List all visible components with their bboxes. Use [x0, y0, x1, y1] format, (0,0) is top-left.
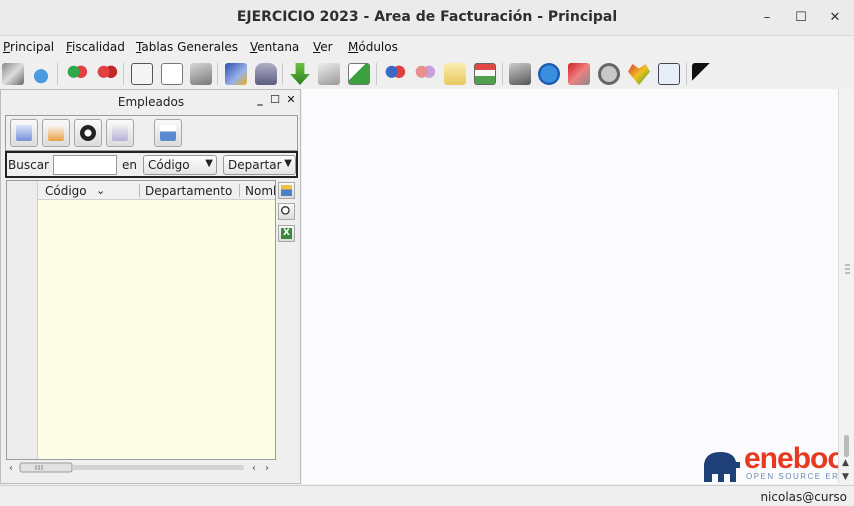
print-icon[interactable] — [190, 63, 212, 85]
empleados-panel: Empleados _ ☐ ✕ Buscar en Código ▼ Depart… — [0, 89, 301, 484]
menu-tablas-generales[interactable]: Tablas Generales — [136, 40, 238, 54]
down-arrow-icon[interactable] — [290, 63, 310, 85]
print-record-button[interactable] — [154, 119, 182, 147]
scroll-left-icon: ‹ — [252, 463, 256, 474]
chart-icon[interactable] — [225, 63, 247, 85]
panel-header: Empleados _ ☐ ✕ — [1, 90, 300, 112]
logo-subtext: OPEN SOURCE ERP — [746, 472, 838, 481]
lock-icon[interactable] — [255, 63, 277, 85]
column-config-button[interactable] — [278, 182, 295, 199]
column-header-departamento[interactable]: Departamento — [145, 184, 232, 198]
group-pink-icon[interactable] — [414, 63, 436, 85]
group-red-icon[interactable] — [96, 63, 118, 85]
column-separator — [139, 184, 140, 197]
clipboard-icon — [112, 125, 128, 141]
magnifier-icon — [281, 206, 292, 217]
stairs-icon[interactable] — [348, 63, 370, 85]
close-button[interactable]: ✕ — [824, 8, 846, 28]
delete-record-button[interactable] — [74, 119, 102, 147]
group-green-icon[interactable] — [66, 63, 88, 85]
chevron-down-icon: ▼ — [205, 158, 213, 169]
search-row: Buscar en Código ▼ Departar ▼ — [5, 151, 298, 178]
maximize-button[interactable]: ☐ — [790, 8, 812, 28]
chevron-down-icon: ▼ — [284, 158, 292, 169]
scroll-track — [72, 465, 244, 470]
globe-icon[interactable] — [538, 63, 560, 85]
minimize-button[interactable]: – — [756, 8, 778, 28]
main-toolbar — [0, 59, 854, 89]
menu-modulos[interactable]: Módulos — [348, 40, 398, 54]
tools-icon[interactable] — [2, 63, 24, 85]
column-header-codigo[interactable]: Código — [45, 184, 87, 198]
help-cursor-icon[interactable] — [692, 63, 714, 85]
search-in-label: en — [122, 158, 137, 172]
scroll-thumb — [19, 462, 73, 473]
row-header — [7, 181, 38, 459]
group-blue-icon[interactable] — [384, 63, 406, 85]
new-document-icon — [16, 125, 32, 141]
menu-fiscalidad[interactable]: Fiscalidad — [66, 40, 125, 54]
spreadsheet-icon[interactable] — [474, 63, 496, 85]
vertical-scrollbar[interactable]: ▲ ▼ — [838, 89, 854, 484]
toolbar-separator — [123, 63, 124, 85]
panel-maximize-button[interactable]: ☐ — [269, 93, 281, 107]
edit-document-icon — [48, 125, 64, 141]
toolbar-separator — [376, 63, 377, 85]
search-input[interactable] — [53, 155, 117, 175]
text-window-icon[interactable] — [658, 63, 680, 85]
eneboo-logo: eneboo OPEN SOURCE ERP — [700, 444, 838, 484]
column-separator — [239, 184, 240, 197]
column-header-nombre[interactable]: Nomb — [245, 184, 275, 198]
globe-grey-icon[interactable] — [598, 63, 620, 85]
view-record-button[interactable] — [106, 119, 134, 147]
title-bar: EJERCICIO 2023 - Area de Facturación - P… — [0, 0, 854, 36]
menu-ventana[interactable]: Ventana — [250, 40, 299, 54]
table-body[interactable] — [38, 200, 275, 459]
heart-icon[interactable] — [628, 64, 650, 85]
export-excel-button[interactable]: X — [278, 225, 295, 242]
elephant-logo-icon — [704, 452, 740, 482]
status-bar: nicolas@curso — [0, 485, 854, 506]
employees-table: Código ⌄ Departamento Nomb — [6, 180, 276, 460]
search-secondary-select[interactable]: Departar ▼ — [223, 155, 296, 175]
record-actions-toolbar — [5, 115, 298, 151]
excel-icon: X — [281, 228, 292, 239]
menu-bar: Principal Fiscalidad Tablas Generales Ve… — [0, 38, 854, 58]
window-title: EJERCICIO 2023 - Area de Facturación - P… — [236, 9, 618, 25]
toolbar-separator — [686, 63, 687, 85]
cash-icon[interactable] — [509, 63, 531, 85]
scroll-down-icon: ▼ — [842, 472, 849, 482]
receipt-icon[interactable] — [444, 63, 466, 85]
panel-close-button[interactable]: ✕ — [285, 93, 297, 107]
menu-ver[interactable]: Ver — [313, 40, 333, 54]
toolbar-separator — [217, 63, 218, 85]
horizontal-scrollbar[interactable]: ‹ ‹ › — [6, 460, 276, 474]
document-pen-icon[interactable] — [318, 63, 340, 85]
scroll-left-icon: ‹ — [9, 463, 13, 474]
sort-descending-icon: ⌄ — [96, 184, 106, 197]
user-icon[interactable] — [30, 63, 52, 85]
scroll-thumb — [844, 435, 849, 457]
panel-minimize-button[interactable]: _ — [254, 93, 266, 107]
toolbar-separator — [282, 63, 283, 85]
search-button[interactable] — [278, 203, 295, 220]
scroll-right-icon: › — [265, 463, 269, 474]
status-user: nicolas@curso — [760, 490, 847, 504]
scroll-up-icon: ▲ — [842, 458, 849, 468]
menu-principal[interactable]: Principal — [3, 40, 54, 54]
printer-icon — [160, 125, 176, 141]
toolbar-separator — [502, 63, 503, 85]
search-field-select[interactable]: Código ▼ — [143, 155, 217, 175]
new-record-button[interactable] — [10, 119, 38, 147]
delete-icon — [80, 125, 96, 141]
mdi-workspace[interactable] — [302, 89, 854, 484]
table-header: Código ⌄ Departamento Nomb — [38, 181, 275, 200]
search-label: Buscar — [8, 158, 49, 172]
tools-red-icon[interactable] — [568, 63, 590, 85]
toolbar-separator — [57, 63, 58, 85]
edit-record-button[interactable] — [42, 119, 70, 147]
calendar-icon[interactable] — [131, 63, 153, 85]
invoice-ab-icon[interactable] — [161, 63, 183, 85]
table-settings-icon — [281, 185, 292, 196]
